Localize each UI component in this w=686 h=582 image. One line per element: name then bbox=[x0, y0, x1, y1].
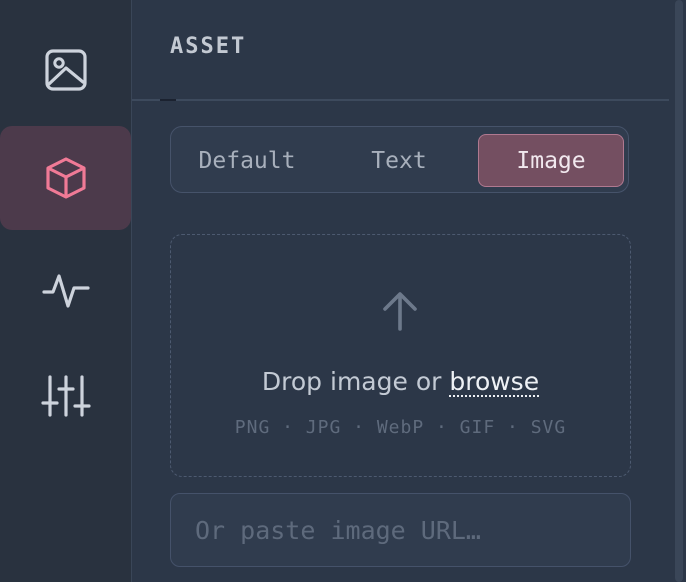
header-divider bbox=[132, 99, 669, 101]
panel-title: ASSET bbox=[170, 34, 247, 59]
scrollbar[interactable] bbox=[672, 0, 686, 582]
tab-default[interactable]: Default bbox=[174, 134, 320, 187]
sidebar-item-image[interactable] bbox=[0, 18, 131, 122]
image-icon bbox=[44, 49, 87, 91]
tab-image[interactable]: Image bbox=[478, 134, 624, 187]
dropzone-prompt-text: Drop image or bbox=[261, 367, 442, 396]
browse-link[interactable]: browse bbox=[449, 367, 539, 396]
image-dropzone[interactable]: Drop image or browse PNG · JPG · WebP · … bbox=[170, 234, 631, 477]
image-url-input[interactable] bbox=[170, 493, 631, 567]
sidebar-item-sliders[interactable] bbox=[0, 344, 131, 448]
dropzone-prompt: Drop image or browse bbox=[171, 367, 630, 396]
asset-panel: ASSET Default Text Image Drop image or b… bbox=[132, 0, 686, 582]
upload-arrow-icon bbox=[383, 292, 417, 331]
activity-icon bbox=[41, 274, 90, 308]
header-divider-mark bbox=[160, 99, 176, 101]
asset-type-tabs: Default Text Image bbox=[170, 126, 629, 193]
tab-text[interactable]: Text bbox=[326, 134, 472, 187]
sliders-icon bbox=[40, 375, 91, 417]
scrollbar-thumb[interactable] bbox=[675, 0, 683, 582]
sidebar-item-cube[interactable] bbox=[0, 126, 131, 230]
supported-formats: PNG · JPG · WebP · GIF · SVG bbox=[234, 417, 567, 438]
sidebar bbox=[0, 0, 132, 582]
sidebar-item-activity[interactable] bbox=[0, 238, 131, 342]
cube-icon bbox=[45, 157, 86, 199]
